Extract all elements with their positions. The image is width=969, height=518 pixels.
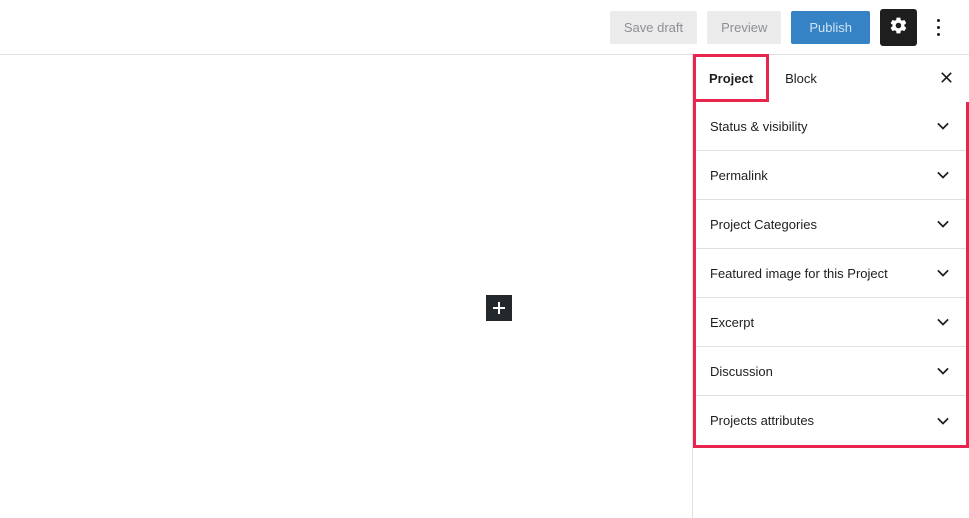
tab-block[interactable]: Block [769, 55, 833, 102]
settings-sidebar: Project Block Status & visibility Permal… [692, 54, 969, 518]
gear-icon [889, 16, 908, 38]
panel-label: Discussion [710, 363, 773, 379]
project-panels-list: Status & visibility Permalink Project Ca… [696, 102, 966, 445]
close-sidebar-button[interactable] [923, 55, 969, 102]
tab-project-label: Project [709, 71, 754, 86]
panel-permalink[interactable]: Permalink [696, 151, 966, 200]
panel-excerpt[interactable]: Excerpt [696, 298, 966, 347]
chevron-down-icon [933, 116, 953, 136]
panel-label: Status & visibility [710, 118, 808, 134]
tab-block-label: Block [785, 71, 817, 86]
panel-label: Permalink [710, 167, 768, 183]
panel-projects-attributes[interactable]: Projects attributes [696, 396, 966, 445]
project-panels-highlight: Status & visibility Permalink Project Ca… [693, 102, 969, 448]
editor-canvas[interactable] [0, 55, 692, 518]
top-bar-actions: Save draft Preview Publish [609, 0, 951, 54]
settings-button[interactable] [880, 8, 917, 46]
tab-project[interactable]: Project [693, 55, 770, 102]
chevron-down-icon [933, 411, 953, 431]
chevron-down-icon [933, 263, 953, 283]
kebab-dot [936, 25, 940, 29]
chevron-down-icon [933, 361, 953, 381]
panel-label: Featured image for this Project [710, 265, 888, 281]
kebab-dot [936, 18, 940, 22]
preview-button[interactable]: Preview [707, 10, 782, 44]
sidebar-tab-strip: Project Block [693, 54, 969, 102]
panel-label: Excerpt [710, 314, 755, 330]
editor-top-bar: Save draft Preview Publish [0, 0, 969, 55]
publish-button[interactable]: Publish [791, 10, 870, 44]
chevron-down-icon [933, 165, 953, 185]
save-draft-button[interactable]: Save draft [609, 10, 698, 44]
close-icon [939, 70, 954, 88]
panel-label: Project Categories [710, 216, 817, 232]
panel-featured-image[interactable]: Featured image for this Project [696, 249, 966, 298]
plus-icon [492, 301, 506, 315]
panel-status-and-visibility[interactable]: Status & visibility [696, 102, 966, 151]
panel-discussion[interactable]: Discussion [696, 347, 966, 396]
kebab-dot [936, 32, 940, 36]
panel-label: Projects attributes [710, 413, 815, 428]
chevron-down-icon [933, 312, 953, 332]
panel-project-categories[interactable]: Project Categories [696, 200, 966, 249]
add-block-button[interactable] [486, 295, 512, 321]
more-options-button[interactable] [925, 9, 951, 46]
chevron-down-icon [933, 214, 953, 234]
